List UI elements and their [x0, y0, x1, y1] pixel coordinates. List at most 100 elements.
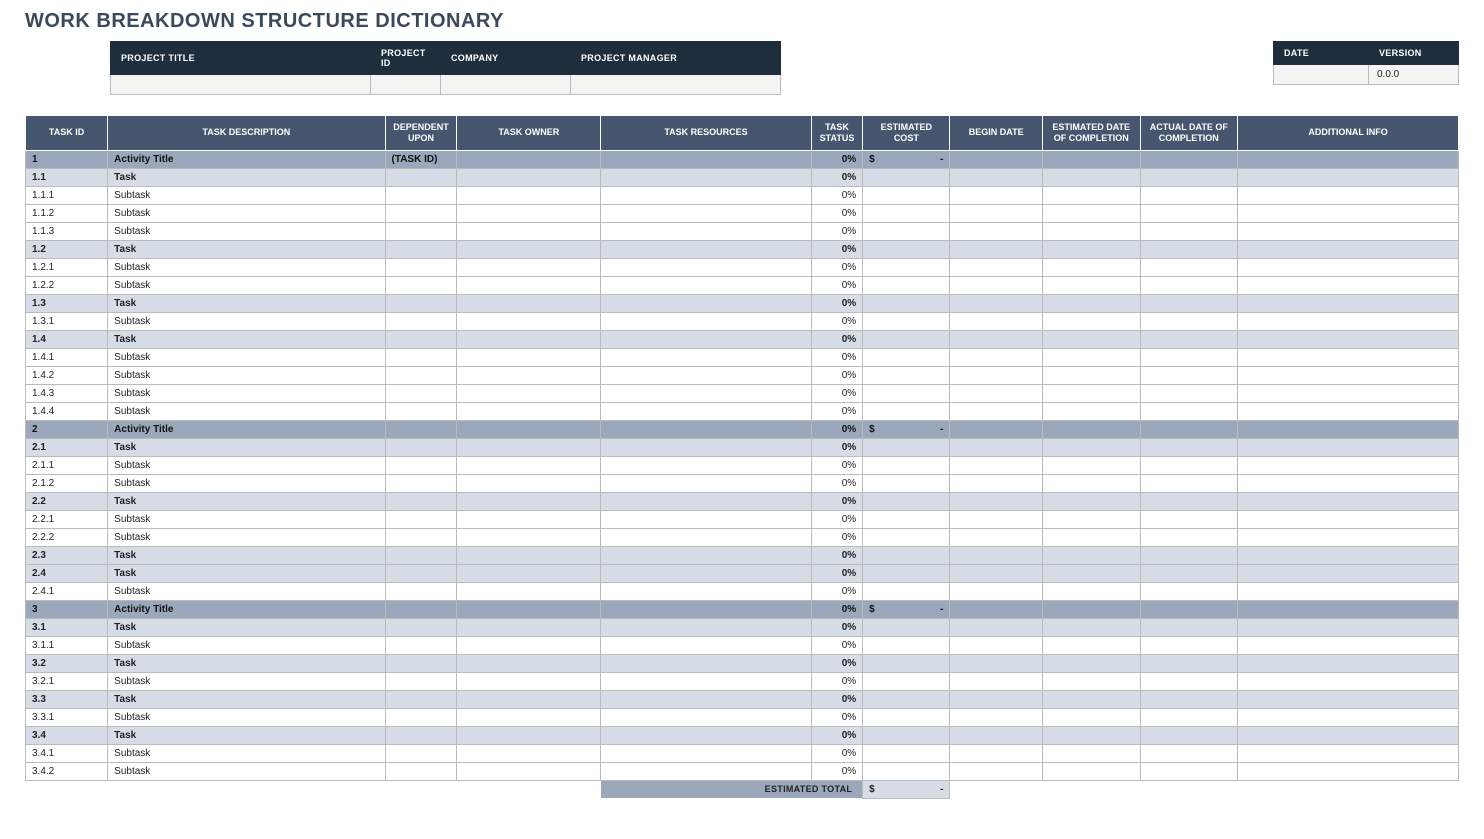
cell-begin-date[interactable]	[950, 168, 1042, 186]
cell-cost[interactable]: $-	[863, 150, 950, 168]
cell-dependent[interactable]	[385, 330, 457, 348]
cell-resources[interactable]	[601, 222, 812, 240]
cell-description[interactable]: Subtask	[108, 582, 385, 600]
cell-begin-date[interactable]	[950, 600, 1042, 618]
cell-begin-date[interactable]	[950, 708, 1042, 726]
cell-description[interactable]: Subtask	[108, 510, 385, 528]
cell-resources[interactable]	[601, 276, 812, 294]
cell-est-completion[interactable]	[1042, 564, 1140, 582]
cell-owner[interactable]	[457, 402, 601, 420]
cell-act-completion[interactable]	[1140, 420, 1238, 438]
cell-resources[interactable]	[601, 762, 812, 780]
cell-dependent[interactable]	[385, 168, 457, 186]
cell-task-id[interactable]: 3.3.1	[26, 708, 108, 726]
cell-dependent[interactable]	[385, 384, 457, 402]
cell-begin-date[interactable]	[950, 654, 1042, 672]
cell-task-id[interactable]: 1.2.2	[26, 276, 108, 294]
cell-begin-date[interactable]	[950, 762, 1042, 780]
cell-act-completion[interactable]	[1140, 222, 1238, 240]
cell-task-id[interactable]: 1.1.3	[26, 222, 108, 240]
cell-resources[interactable]	[601, 456, 812, 474]
cell-begin-date[interactable]	[950, 366, 1042, 384]
cell-cost[interactable]	[863, 672, 950, 690]
cell-act-completion[interactable]	[1140, 384, 1238, 402]
cell-description[interactable]: Subtask	[108, 528, 385, 546]
cell-info[interactable]	[1238, 672, 1459, 690]
cell-dependent[interactable]	[385, 204, 457, 222]
company-cell[interactable]	[441, 75, 571, 95]
cell-begin-date[interactable]	[950, 726, 1042, 744]
cell-begin-date[interactable]	[950, 528, 1042, 546]
cell-info[interactable]	[1238, 582, 1459, 600]
cell-task-id[interactable]: 2.4.1	[26, 582, 108, 600]
cell-act-completion[interactable]	[1140, 438, 1238, 456]
cell-status[interactable]: 0%	[811, 276, 862, 294]
cell-est-completion[interactable]	[1042, 330, 1140, 348]
cell-dependent[interactable]	[385, 456, 457, 474]
date-cell[interactable]	[1274, 65, 1369, 85]
cell-begin-date[interactable]	[950, 546, 1042, 564]
cell-act-completion[interactable]	[1140, 474, 1238, 492]
cell-act-completion[interactable]	[1140, 510, 1238, 528]
cell-dependent[interactable]	[385, 708, 457, 726]
cell-act-completion[interactable]	[1140, 546, 1238, 564]
cell-act-completion[interactable]	[1140, 492, 1238, 510]
cell-dependent[interactable]	[385, 294, 457, 312]
cell-act-completion[interactable]	[1140, 528, 1238, 546]
cell-dependent[interactable]	[385, 258, 457, 276]
cell-description[interactable]: Subtask	[108, 474, 385, 492]
cell-task-id[interactable]: 1.1	[26, 168, 108, 186]
cell-est-completion[interactable]	[1042, 348, 1140, 366]
cell-est-completion[interactable]	[1042, 312, 1140, 330]
cell-est-completion[interactable]	[1042, 204, 1140, 222]
cell-resources[interactable]	[601, 204, 812, 222]
cell-dependent[interactable]	[385, 618, 457, 636]
cell-info[interactable]	[1238, 474, 1459, 492]
cell-cost[interactable]	[863, 762, 950, 780]
cell-dependent[interactable]	[385, 438, 457, 456]
cell-status[interactable]: 0%	[811, 690, 862, 708]
cell-owner[interactable]	[457, 366, 601, 384]
cell-act-completion[interactable]	[1140, 726, 1238, 744]
cell-est-completion[interactable]	[1042, 384, 1140, 402]
cell-info[interactable]	[1238, 186, 1459, 204]
cell-cost[interactable]	[863, 276, 950, 294]
cell-begin-date[interactable]	[950, 222, 1042, 240]
cell-dependent[interactable]	[385, 222, 457, 240]
cell-info[interactable]	[1238, 636, 1459, 654]
cell-info[interactable]	[1238, 150, 1459, 168]
cell-dependent[interactable]	[385, 726, 457, 744]
cell-dependent[interactable]	[385, 636, 457, 654]
cell-begin-date[interactable]	[950, 348, 1042, 366]
cell-act-completion[interactable]	[1140, 186, 1238, 204]
cell-owner[interactable]	[457, 564, 601, 582]
cell-status[interactable]: 0%	[811, 384, 862, 402]
cell-resources[interactable]	[601, 600, 812, 618]
cell-cost[interactable]: $-	[863, 600, 950, 618]
cell-dependent[interactable]	[385, 474, 457, 492]
cell-description[interactable]: Subtask	[108, 258, 385, 276]
cell-status[interactable]: 0%	[811, 150, 862, 168]
cell-status[interactable]: 0%	[811, 618, 862, 636]
cell-act-completion[interactable]	[1140, 258, 1238, 276]
cell-task-id[interactable]: 1.4.3	[26, 384, 108, 402]
cell-est-completion[interactable]	[1042, 420, 1140, 438]
cell-owner[interactable]	[457, 222, 601, 240]
cell-act-completion[interactable]	[1140, 654, 1238, 672]
cell-task-id[interactable]: 1.3.1	[26, 312, 108, 330]
cell-dependent[interactable]	[385, 186, 457, 204]
cell-info[interactable]	[1238, 492, 1459, 510]
cell-resources[interactable]	[601, 420, 812, 438]
cell-cost[interactable]	[863, 582, 950, 600]
cell-info[interactable]	[1238, 528, 1459, 546]
cell-info[interactable]	[1238, 366, 1459, 384]
cell-description[interactable]: Subtask	[108, 384, 385, 402]
cell-description[interactable]: Subtask	[108, 708, 385, 726]
cell-info[interactable]	[1238, 168, 1459, 186]
cell-task-id[interactable]: 1.3	[26, 294, 108, 312]
cell-task-id[interactable]: 3.1.1	[26, 636, 108, 654]
cell-resources[interactable]	[601, 636, 812, 654]
cell-dependent[interactable]	[385, 420, 457, 438]
cell-task-id[interactable]: 1.2.1	[26, 258, 108, 276]
cell-task-id[interactable]: 2	[26, 420, 108, 438]
